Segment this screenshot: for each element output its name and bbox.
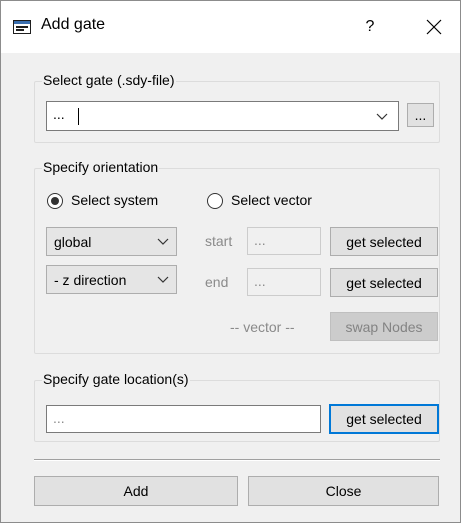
start-node-value: ...: [254, 232, 266, 248]
swap-nodes-button[interactable]: swap Nodes: [330, 312, 438, 341]
gate-file-combo[interactable]: ...: [46, 101, 399, 131]
get-selected-start-button[interactable]: get selected: [330, 227, 438, 256]
end-node-field[interactable]: ...: [247, 268, 321, 296]
gate-file-combo-value: ...: [53, 106, 65, 122]
direction-combo-value: - z direction: [54, 272, 127, 288]
chevron-down-icon: [157, 276, 169, 283]
end-node-value: ...: [254, 273, 266, 289]
vector-label: -- vector --: [230, 319, 295, 335]
select-vector-radio[interactable]: [207, 193, 223, 209]
get-selected-end-button[interactable]: get selected: [330, 268, 438, 297]
direction-combo[interactable]: - z direction: [46, 265, 177, 294]
text-cursor: [78, 108, 79, 125]
add-gate-dialog: Add gate ? Select gate (.sdy-file) ... .…: [0, 0, 461, 523]
browse-file-button[interactable]: ...: [407, 103, 434, 127]
add-button[interactable]: Add: [34, 476, 238, 506]
location-group-label: Specify gate location(s): [42, 371, 190, 387]
help-button[interactable]: ?: [355, 13, 385, 41]
radio-selected-dot: [51, 197, 59, 205]
gate-location-placeholder: ...: [53, 410, 65, 426]
window-title: Add gate: [41, 16, 106, 33]
chevron-down-icon: [376, 113, 388, 120]
close-window-button[interactable]: [416, 13, 452, 41]
select-system-radio[interactable]: [47, 193, 63, 209]
end-label: end: [205, 274, 229, 290]
orientation-group-label: Specify orientation: [42, 159, 160, 175]
chevron-down-icon: [157, 238, 169, 245]
get-selected-location-button[interactable]: get selected: [329, 404, 439, 434]
system-combo-value: global: [54, 234, 92, 250]
close-button[interactable]: Close: [248, 476, 439, 506]
dialog-window-icon: [13, 20, 31, 34]
gate-location-field[interactable]: ...: [46, 405, 321, 433]
start-node-field[interactable]: ...: [247, 227, 321, 255]
start-label: start: [205, 233, 233, 249]
system-combo[interactable]: global: [46, 227, 177, 256]
footer-divider: [34, 459, 440, 461]
select-system-label[interactable]: Select system: [71, 192, 158, 208]
select-vector-label[interactable]: Select vector: [231, 192, 312, 208]
select-gate-group-label: Select gate (.sdy-file): [42, 72, 176, 88]
close-icon: [426, 19, 442, 35]
title-bar[interactable]: Add gate ?: [1, 1, 460, 53]
